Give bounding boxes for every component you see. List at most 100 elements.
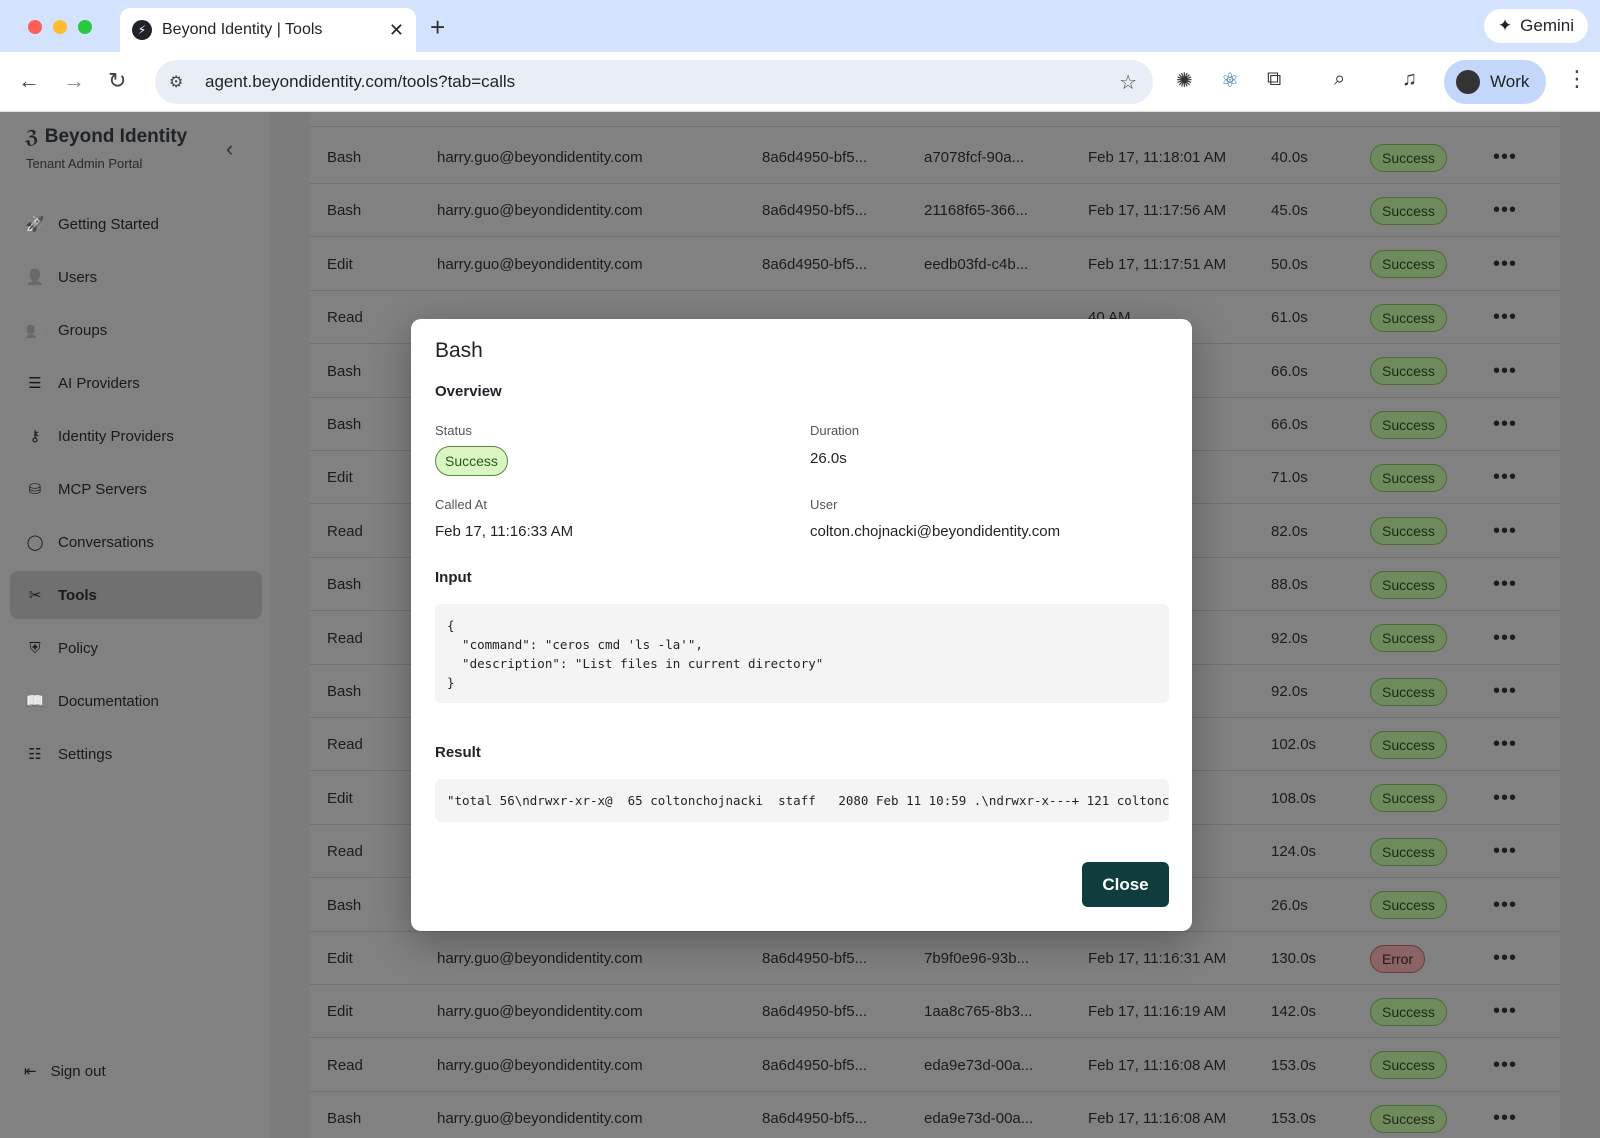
conversation-id-cell: 8a6d4950-bf5...	[762, 950, 868, 967]
row-actions-icon[interactable]: •••	[1493, 184, 1517, 237]
user-email-cell: harry.guo@beyondidentity.com	[437, 1056, 643, 1074]
row-actions-icon[interactable]: •••	[1493, 398, 1517, 451]
result-code-block[interactable]: "total 56\ndrwxr-xr-x@ 65 coltonchojnack…	[435, 779, 1169, 822]
tool-name-cell: Bash	[327, 202, 362, 220]
sidebar-item-conversations[interactable]: ◯ Conversations	[10, 518, 262, 566]
input-code-block[interactable]: { "command": "ceros cmd 'ls -la'", "desc…	[435, 604, 1169, 703]
user-email-cell: harry.guo@beyondidentity.com	[437, 950, 643, 967]
table-row[interactable]: Bash harry.guo@beyondidentity.com 8a6d4950…	[310, 184, 1560, 238]
table-row[interactable]: Edit harry.guo@beyondidentity.com 8a6d4950…	[310, 238, 1560, 291]
status-cell: Success	[1370, 825, 1447, 878]
row-actions-icon[interactable]: •••	[1493, 291, 1517, 344]
duration-cell: 45.0s	[1271, 202, 1308, 220]
tab-close-icon[interactable]: ✕	[389, 20, 404, 41]
table-row[interactable]: Edit harry.guo@beyondidentity.com 8a6d4950…	[310, 932, 1560, 985]
duration-cell: 61.0s	[1271, 309, 1308, 327]
row-actions-icon[interactable]: •••	[1493, 505, 1517, 558]
status-cell: Success	[1370, 985, 1447, 1038]
sidebar-item-label: Conversations	[58, 533, 154, 551]
reload-icon[interactable]: ↻	[108, 68, 126, 94]
sidebar-item-users[interactable]: 👤 Users	[10, 253, 262, 301]
site-settings-icon[interactable]: ⚙	[169, 72, 191, 92]
user-label: User	[810, 497, 838, 512]
row-actions-icon[interactable]: •••	[1493, 718, 1517, 771]
table-row[interactable]	[310, 74, 1560, 127]
status-badge: Success	[1370, 1104, 1447, 1133]
table-row[interactable]: Edit harry.guo@beyondidentity.com 8a6d4950…	[310, 985, 1560, 1039]
duration-cell: 153.0s	[1271, 1056, 1317, 1074]
duration-cell: 71.0s	[1271, 469, 1308, 487]
row-actions-icon[interactable]: •••	[1493, 345, 1517, 398]
row-actions-icon[interactable]: •••	[1493, 1092, 1517, 1138]
duration-label: Duration	[810, 423, 860, 438]
row-actions-icon[interactable]: •••	[1493, 879, 1517, 932]
table-row[interactable]: Bash harry.guo@beyondidentity.com 8a6d4950…	[310, 1092, 1560, 1138]
window-close-button[interactable]	[28, 20, 42, 34]
row-actions-icon[interactable]: •••	[1493, 1039, 1517, 1092]
tool-name-cell: Edit	[327, 950, 353, 967]
sidebar-item-groups[interactable]: 👥 Groups	[10, 306, 262, 354]
back-icon[interactable]: ←	[18, 68, 40, 94]
user-email-cell: harry.guo@beyondidentity.com	[437, 255, 643, 273]
status-badge: Success	[1370, 410, 1447, 439]
called-at-cell: Feb 17, 11:18:01 AM	[1088, 149, 1227, 166]
called-at-cell: Feb 17, 11:16:08 AM	[1088, 1110, 1227, 1128]
status-cell: Error	[1370, 932, 1426, 985]
sidebar-item-ai-providers[interactable]: ☰ AI Providers	[10, 359, 262, 407]
status-cell: Success	[1370, 238, 1447, 291]
status-badge: Error	[1370, 944, 1426, 973]
status-cell: Success	[1370, 345, 1447, 398]
tool-name-cell: Edit	[327, 789, 353, 807]
sidebar-item-getting-started[interactable]: 🚀 Getting Started	[10, 200, 262, 248]
sidebar-item-documentation[interactable]: 📖 Documentation	[10, 677, 262, 725]
key-icon: ⚷	[29, 428, 41, 445]
row-actions-icon[interactable]: •••	[1493, 558, 1517, 611]
status-cell: Success	[1370, 451, 1447, 504]
call-id-cell: a7078fcf-90a...	[924, 149, 1025, 166]
overview-heading: Overview	[435, 383, 502, 400]
conversation-id-cell: 8a6d4950-bf5...	[762, 1003, 868, 1021]
sidebar-item-mcp-servers[interactable]: ⛁ MCP Servers	[10, 465, 262, 513]
chat-icon: ◯	[26, 534, 44, 551]
status-cell: Success	[1370, 612, 1447, 665]
sidebar-item-label: Getting Started	[58, 215, 159, 233]
gemini-button[interactable]: ✦ Gemini	[1483, 9, 1588, 43]
conversation-id-cell: 8a6d4950-bf5...	[762, 1110, 868, 1128]
browser-tab[interactable]: ⚡ Beyond Identity | Tools ✕	[120, 8, 416, 52]
close-button[interactable]: Close	[1082, 862, 1169, 907]
row-actions-icon[interactable]: •••	[1493, 238, 1517, 291]
tab-title: Beyond Identity | Tools	[162, 21, 323, 38]
window-minimize-button[interactable]	[53, 20, 67, 34]
new-tab-icon[interactable]: +	[430, 12, 445, 43]
status-cell: Success	[1370, 1092, 1447, 1138]
brand-logo: ℨ Beyond Identity	[25, 126, 187, 148]
row-actions-icon[interactable]: •••	[1493, 772, 1517, 825]
window-maximize-button[interactable]	[78, 20, 92, 34]
duration-cell: 124.0s	[1271, 843, 1317, 861]
row-actions-icon[interactable]: •••	[1493, 612, 1517, 665]
status-badge: Success	[1370, 357, 1447, 386]
sign-out-button[interactable]: ⇤ Sign out	[24, 1062, 106, 1081]
collapse-sidebar-icon[interactable]: ‹	[226, 136, 233, 162]
sidebar-item-settings[interactable]: ☷ Settings	[10, 730, 262, 778]
row-actions-icon[interactable]: •••	[1493, 985, 1517, 1038]
duration-cell: 153.0s	[1271, 1110, 1317, 1128]
forward-icon[interactable]: →	[63, 68, 85, 94]
browser-menu-icon[interactable]: ⋮	[1566, 66, 1588, 92]
sidebar-item-tools[interactable]: ✂ Tools	[10, 571, 262, 619]
duration-cell: 92.0s	[1271, 683, 1308, 700]
table-row[interactable]: Bash harry.guo@beyondidentity.com 8a6d4950…	[310, 131, 1560, 184]
shield-icon: ⛨	[29, 639, 41, 657]
row-actions-icon[interactable]: •••	[1493, 131, 1517, 184]
row-actions-icon[interactable]: •••	[1493, 825, 1517, 878]
row-actions-icon[interactable]: •••	[1493, 932, 1517, 985]
tool-name-cell: Read	[327, 1056, 363, 1074]
row-actions-icon[interactable]: •••	[1493, 451, 1517, 504]
sidebar-item-policy[interactable]: ⛨ Policy	[10, 624, 262, 672]
called-at-label: Called At	[435, 497, 488, 512]
sidebar-item-identity-providers[interactable]: ⚷ Identity Providers	[10, 412, 262, 460]
tools-icon: ✂	[28, 587, 42, 604]
table-row[interactable]: Read harry.guo@beyondidentity.com 8a6d4950…	[310, 1039, 1560, 1092]
brand-mark-icon: ℨ	[25, 126, 39, 147]
row-actions-icon[interactable]: •••	[1493, 665, 1517, 718]
